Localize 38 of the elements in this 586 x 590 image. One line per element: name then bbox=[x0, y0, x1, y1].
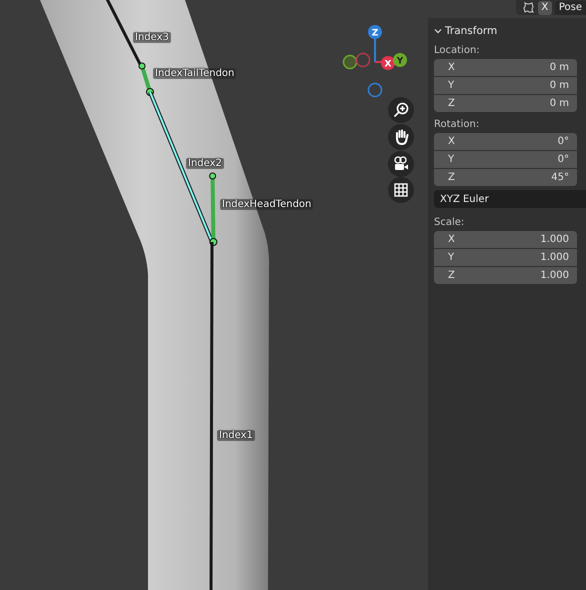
magnifier-plus-icon bbox=[393, 102, 409, 118]
number-field[interactable]: Z 0 m bbox=[434, 95, 577, 112]
viewport[interactable]: Z X Y Index3 IndexTailTendon Index2 IndexHeadTendon Index1 X Pose Transform Location: X 0 m Y 0 m Z 0 m Rotation: X 0° Y 0° Z 45° XYZ Euler Scale: X 1.000 Y 1.000 Z 1.000 bbox=[0, 0, 586, 590]
panel-header[interactable]: Transform bbox=[434, 22, 586, 40]
chevron-icon bbox=[434, 27, 442, 35]
axis-gizmo-drawing[interactable] bbox=[342, 25, 407, 98]
bone-label: IndexHeadTendon bbox=[220, 199, 314, 210]
bone-drawing[interactable] bbox=[209, 172, 218, 246]
hand-icon bbox=[394, 129, 408, 145]
grid-button[interactable] bbox=[388, 177, 414, 203]
axis-label: Y bbox=[396, 56, 404, 66]
number-field[interactable]: Z 1.000 bbox=[434, 267, 577, 284]
number-field[interactable]: X 1.000 bbox=[434, 231, 577, 248]
bone-label: Index2 bbox=[186, 158, 224, 169]
section-label: Scale: bbox=[434, 216, 466, 230]
axis-label: Z bbox=[372, 28, 378, 38]
rotation-mode-dropdown[interactable]: XYZ Euler bbox=[434, 190, 586, 208]
x-mirror-toggle[interactable]: X bbox=[538, 0, 552, 14]
bone-label: Index1 bbox=[217, 430, 255, 441]
bone-label: Index3 bbox=[133, 32, 171, 43]
zoom-button[interactable] bbox=[388, 97, 414, 123]
bone-label: IndexTailTendon bbox=[153, 68, 236, 79]
bone-drawing[interactable] bbox=[210, 242, 214, 590]
number-field[interactable]: Z 45° bbox=[434, 169, 577, 186]
number-field[interactable]: Y 0 m bbox=[434, 77, 577, 94]
number-field[interactable]: X 0° bbox=[434, 133, 577, 150]
number-field[interactable]: Y 0° bbox=[434, 151, 577, 168]
number-field[interactable]: Y 1.000 bbox=[434, 249, 577, 266]
bone-drawing[interactable] bbox=[138, 62, 154, 96]
grid-icon bbox=[394, 183, 408, 197]
mode-dropdown[interactable]: Pose bbox=[554, 0, 586, 14]
camera-button[interactable] bbox=[388, 151, 414, 177]
axis-label: X bbox=[384, 60, 392, 70]
section-label: Rotation: bbox=[434, 118, 480, 132]
section-label: Location: bbox=[434, 44, 481, 58]
number-field[interactable]: X 0 m bbox=[434, 59, 577, 76]
pan-button[interactable] bbox=[388, 124, 414, 150]
camera-icon bbox=[393, 156, 409, 172]
